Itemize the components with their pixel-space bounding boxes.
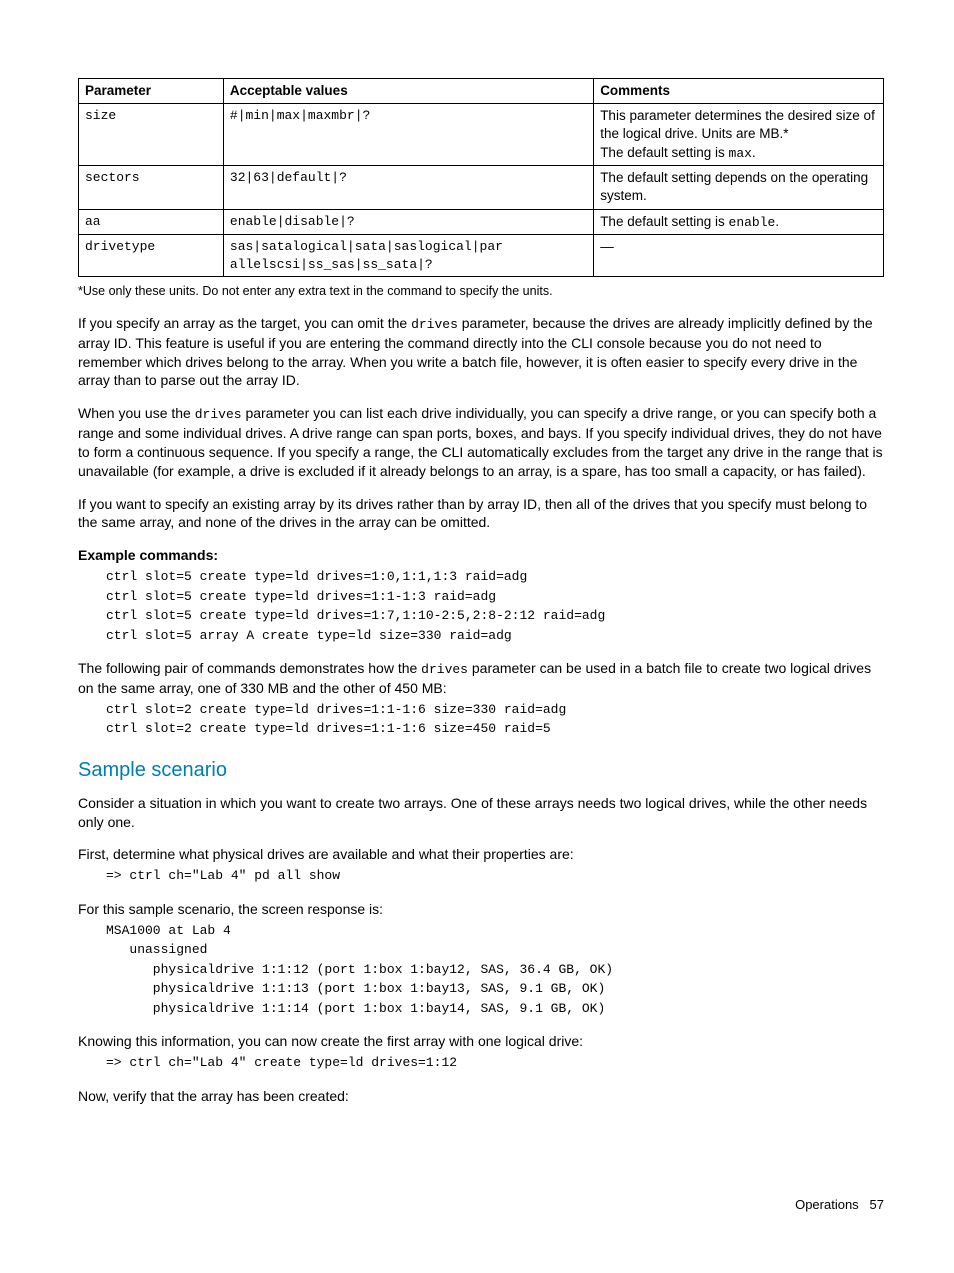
paragraph: For this sample scenario, the screen res…	[78, 900, 884, 919]
cell-param: aa	[79, 209, 224, 235]
cell-comment: The default setting depends on the opera…	[594, 166, 884, 209]
paragraph: The following pair of commands demonstra…	[78, 659, 884, 697]
cell-values: 32|63|default|?	[223, 166, 593, 209]
paragraph: Knowing this information, you can now cr…	[78, 1032, 884, 1051]
paragraph: If you want to specify an existing array…	[78, 495, 884, 533]
paragraph: Consider a situation in which you want t…	[78, 794, 884, 832]
th-parameter: Parameter	[79, 79, 224, 104]
code-block: => ctrl ch="Lab 4" create type=ld drives…	[106, 1053, 884, 1073]
code-block: ctrl slot=2 create type=ld drives=1:1-1:…	[106, 700, 884, 739]
paragraph: First, determine what physical drives ar…	[78, 845, 884, 864]
code-block: => ctrl ch="Lab 4" pd all show	[106, 866, 884, 886]
cell-values: #|min|max|maxmbr|?	[223, 104, 593, 166]
table-row: size #|min|max|maxmbr|? This parameter d…	[79, 104, 884, 166]
cell-values: enable|disable|?	[223, 209, 593, 235]
table-row: drivetype sas|satalogical|sata|saslogica…	[79, 235, 884, 277]
section-heading: Sample scenario	[78, 757, 884, 784]
paragraph: If you specify an array as the target, y…	[78, 314, 884, 390]
footer-page-number: 57	[870, 1197, 884, 1212]
cell-param: sectors	[79, 166, 224, 209]
footer-section: Operations	[795, 1197, 859, 1212]
table-row: sectors 32|63|default|? The default sett…	[79, 166, 884, 209]
paragraph: When you use the drives parameter you ca…	[78, 404, 884, 480]
cell-comment: This parameter determines the desired si…	[594, 104, 884, 166]
table-footnote: *Use only these units. Do not enter any …	[78, 283, 884, 300]
cell-param: size	[79, 104, 224, 166]
paragraph: Now, verify that the array has been crea…	[78, 1087, 884, 1106]
cell-comment: The default setting is enable.	[594, 209, 884, 235]
cell-comment: —	[594, 235, 884, 277]
th-comments: Comments	[594, 79, 884, 104]
example-heading: Example commands:	[78, 546, 884, 565]
code-block: ctrl slot=5 create type=ld drives=1:0,1:…	[106, 567, 884, 645]
th-values: Acceptable values	[223, 79, 593, 104]
parameter-table: Parameter Acceptable values Comments siz…	[78, 78, 884, 277]
page-footer: Operations 57	[78, 1196, 884, 1214]
table-row: aa enable|disable|? The default setting …	[79, 209, 884, 235]
cell-param: drivetype	[79, 235, 224, 277]
code-block: MSA1000 at Lab 4 unassigned physicaldriv…	[106, 921, 884, 1019]
cell-values: sas|satalogical|sata|saslogical|par alle…	[223, 235, 593, 277]
